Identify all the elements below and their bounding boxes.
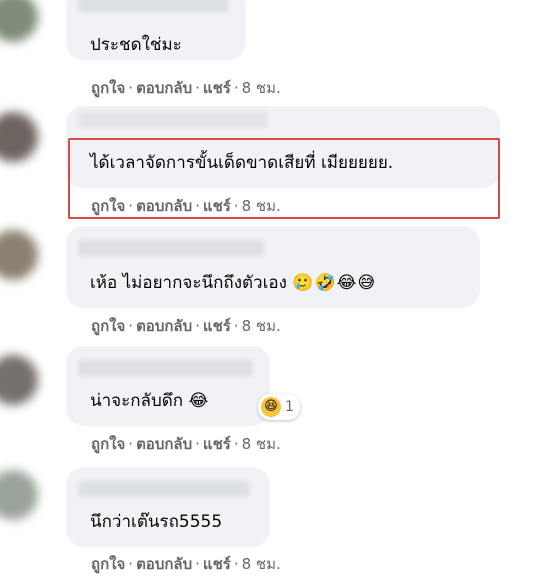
comment-actions: ถูกใจ · ตอบกลับ · แชร์ · 8 ชม. — [91, 317, 281, 335]
timestamp[interactable]: 8 ชม. — [242, 79, 281, 97]
commenter-name[interactable] — [78, 481, 250, 497]
comment-emojis: 🥲🤣😂😅 — [292, 273, 377, 293]
avatar[interactable] — [0, 230, 38, 280]
reaction-badge[interactable]: 😆 1 — [258, 394, 300, 420]
comment-text: ประชดใช่มะ — [90, 35, 182, 55]
like-link[interactable]: ถูกใจ — [91, 79, 125, 97]
like-link[interactable]: ถูกใจ — [91, 555, 125, 573]
highlight-box — [68, 138, 500, 219]
avatar-column — [0, 0, 42, 582]
comment-bubble: นึกว่าเต๊นรถ5555 — [66, 467, 270, 547]
comment-actions: ถูกใจ · ตอบกลับ · แชร์ · 8 ชม. — [91, 555, 281, 573]
comment-text: น่าจะกลับดึก 😂 — [90, 391, 210, 411]
share-link[interactable]: แชร์ — [203, 79, 231, 97]
comment-bubble: เห้อ ไม่อยากจะนึกถึงตัวเอง 🥲🤣😂😅 — [66, 226, 480, 308]
comment-actions: ถูกใจ · ตอบกลับ · แชร์ · 8 ชม. — [91, 435, 281, 453]
avatar[interactable] — [0, 470, 38, 520]
avatar[interactable] — [0, 112, 38, 162]
timestamp[interactable]: 8 ชม. — [242, 435, 281, 453]
commenter-name[interactable] — [78, 240, 264, 256]
commenter-name[interactable] — [78, 360, 253, 376]
reply-link[interactable]: ตอบกลับ — [136, 435, 192, 453]
comment-bubble: ประชดใช่มะ — [66, 0, 246, 60]
reply-link[interactable]: ตอบกลับ — [136, 79, 192, 97]
commenter-name[interactable] — [78, 0, 228, 12]
reaction-count: 1 — [285, 399, 294, 415]
timestamp[interactable]: 8 ชม. — [242, 317, 281, 335]
avatar[interactable] — [0, 0, 38, 42]
reply-link[interactable]: ตอบกลับ — [136, 555, 192, 573]
avatar[interactable] — [0, 355, 38, 405]
laughing-face-icon: 😆 — [261, 397, 281, 417]
timestamp[interactable]: 8 ชม. — [242, 555, 281, 573]
comment-bubble: น่าจะกลับดึก 😂 — [66, 346, 270, 426]
comment-emojis: 😂 — [188, 391, 210, 411]
share-link[interactable]: แชร์ — [203, 555, 231, 573]
like-link[interactable]: ถูกใจ — [91, 435, 125, 453]
comment-text: เห้อ ไม่อยากจะนึกถึงตัวเอง 🥲🤣😂😅 — [90, 273, 377, 293]
share-link[interactable]: แชร์ — [203, 435, 231, 453]
like-link[interactable]: ถูกใจ — [91, 317, 125, 335]
comment-text: นึกว่าเต๊นรถ5555 — [90, 512, 223, 532]
share-link[interactable]: แชร์ — [203, 317, 231, 335]
commenter-name[interactable] — [78, 112, 268, 128]
comment-actions: ถูกใจ · ตอบกลับ · แชร์ · 8 ชม. — [91, 79, 281, 97]
reply-link[interactable]: ตอบกลับ — [136, 317, 192, 335]
